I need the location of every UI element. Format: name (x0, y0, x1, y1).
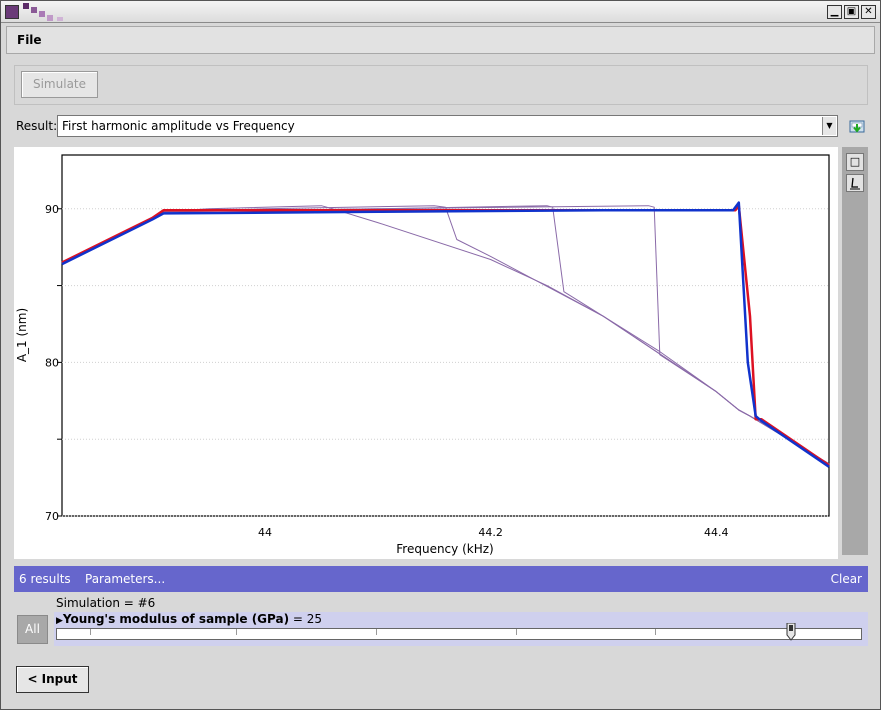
slider-thumb[interactable] (786, 623, 796, 641)
x-axis-label: Frequency (kHz) (396, 542, 493, 556)
menu-bar: File (6, 26, 875, 54)
expand-arrow-icon[interactable]: ▶ (56, 616, 63, 626)
chevron-down-icon[interactable]: ▼ (822, 117, 836, 135)
clear-button[interactable]: Clear (831, 572, 862, 586)
maximize-icon[interactable]: ▣ (844, 5, 859, 19)
axis-scale-icon[interactable] (846, 174, 864, 192)
x-tick-label: 44 (258, 526, 272, 539)
y-tick-label: 70 (45, 510, 59, 523)
y-axis-label: A_1 (nm) (15, 308, 29, 362)
chart-area: 44 44.2 44.4 70 80 90 Frequency (kHz) A_1 (nm… (14, 147, 838, 559)
app-window: ▁ ▣ ✕ File Simulate Result: First harmon… (0, 0, 881, 710)
parameter-row: ▶Young's modulus of sample (GPa) = 25 (54, 612, 868, 646)
results-bar: 6 results Parameters... Clear (14, 566, 868, 592)
chart-side-rail: □ (842, 147, 868, 555)
simulation-label: Simulation = #6 (56, 596, 156, 610)
result-select[interactable]: First harmonic amplitude vs Frequency ▼ (57, 115, 838, 137)
y-tick-label: 90 (45, 203, 59, 216)
parameters-link[interactable]: Parameters... (85, 572, 165, 586)
toolbar-panel: Simulate (14, 65, 868, 105)
result-label: Result: (16, 119, 58, 133)
zoom-box-icon[interactable]: □ (846, 153, 864, 171)
y-tick-label: 80 (45, 356, 59, 369)
menu-file[interactable]: File (17, 33, 42, 47)
simulate-button[interactable]: Simulate (21, 71, 98, 98)
title-bar[interactable]: ▁ ▣ ✕ (1, 1, 880, 23)
close-icon[interactable]: ✕ (861, 5, 876, 19)
results-count: 6 results (19, 572, 71, 586)
x-tick-label: 44.4 (704, 526, 729, 539)
window-logo (1, 1, 71, 23)
amplitude-frequency-chart: 44 44.2 44.4 70 80 90 Frequency (kHz) A_1 (nm… (14, 147, 838, 559)
x-tick-label: 44.2 (478, 526, 503, 539)
parameter-title: Young's modulus of sample (GPa) (62, 612, 290, 626)
parameter-value: = 25 (289, 612, 323, 626)
result-selected-value: First harmonic amplitude vs Frequency (62, 119, 295, 133)
minimize-icon[interactable]: ▁ (827, 5, 842, 19)
parameter-name[interactable]: ▶Young's modulus of sample (GPa) = 25 (56, 612, 322, 626)
input-back-button[interactable]: < Input (16, 666, 89, 693)
export-icon[interactable] (849, 118, 865, 134)
all-button[interactable]: All (17, 615, 48, 644)
parameter-slider[interactable] (56, 623, 862, 641)
